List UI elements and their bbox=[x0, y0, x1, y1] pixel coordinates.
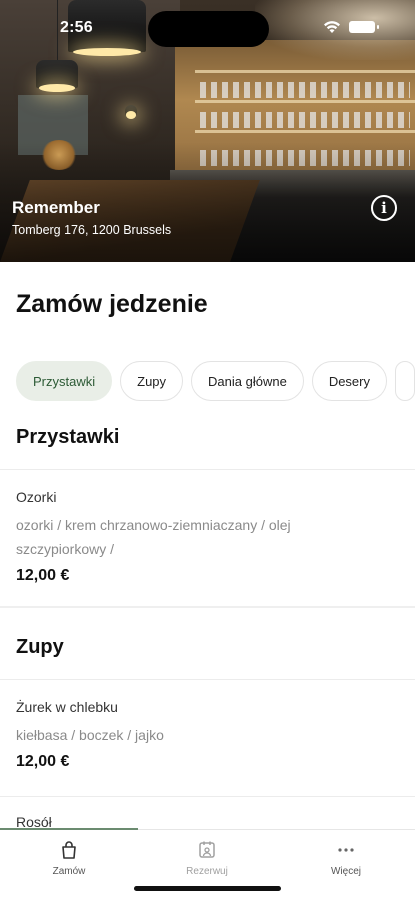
nav-item-rezerwuj[interactable]: Rezerwuj bbox=[138, 840, 276, 877]
tab-przystawki[interactable]: Przystawki bbox=[16, 361, 113, 401]
item-description-line: szczypiorkowy / bbox=[16, 541, 115, 557]
nav-label: Rezerwuj bbox=[186, 866, 228, 877]
item-price: 12,00 € bbox=[16, 567, 70, 584]
bag-icon bbox=[62, 841, 76, 859]
section-title-zupy: Zupy bbox=[16, 636, 64, 658]
restaurant-name: Remember bbox=[12, 198, 100, 217]
item-name: Żurek w chlebku bbox=[16, 699, 118, 715]
battery-icon bbox=[349, 21, 379, 33]
divider bbox=[0, 469, 415, 470]
status-time: 2:56 bbox=[60, 19, 93, 36]
menu-item-ozorki[interactable]: Ozorki ozorki / krem chrzanowo-ziemniacz… bbox=[16, 489, 401, 585]
divider bbox=[0, 796, 415, 797]
item-name: Ozorki bbox=[16, 489, 57, 505]
item-description: ozorki / krem chrzanowo-ziemniaczany / o… bbox=[16, 513, 401, 561]
status-icons bbox=[323, 20, 379, 34]
item-price: 12,00 € bbox=[16, 753, 70, 770]
item-description: kiełbasa / boczek / jajko bbox=[16, 723, 401, 747]
category-tabs: Przystawki Zupy Dania główne Desery bbox=[16, 361, 415, 401]
nav-item-wiecej[interactable]: Więcej bbox=[277, 840, 415, 877]
home-indicator bbox=[134, 886, 281, 891]
tab-zupy[interactable]: Zupy bbox=[120, 361, 184, 401]
nav-label: Zamów bbox=[52, 866, 86, 877]
menu-item-zurek[interactable]: Żurek w chlebku kiełbasa / boczek / jajk… bbox=[16, 699, 401, 771]
reservation-icon bbox=[199, 841, 215, 858]
dynamic-island bbox=[148, 11, 269, 47]
nav-label: Więcej bbox=[330, 866, 361, 877]
restaurant-address: Tomberg 176, 1200 Brussels bbox=[12, 223, 172, 237]
more-icon bbox=[338, 848, 354, 852]
tab-desery[interactable]: Desery bbox=[311, 361, 387, 401]
info-icon[interactable]: i bbox=[371, 195, 397, 221]
page-title: Zamów jedzenie bbox=[16, 290, 208, 318]
divider bbox=[0, 679, 415, 680]
divider bbox=[0, 606, 415, 608]
tab-dania-glowne[interactable]: Dania główne bbox=[191, 361, 304, 401]
wifi-icon bbox=[324, 21, 340, 33]
section-title-przystawki: Przystawki bbox=[16, 426, 120, 448]
nav-item-zamow[interactable]: Zamów bbox=[0, 840, 138, 877]
item-description-line: kiełbasa / boczek / jajko bbox=[16, 727, 164, 743]
active-tab-indicator bbox=[0, 828, 138, 830]
item-description-line: ozorki / krem chrzanowo-ziemniaczany / o… bbox=[16, 517, 291, 533]
tab-next-partial[interactable] bbox=[395, 361, 415, 401]
